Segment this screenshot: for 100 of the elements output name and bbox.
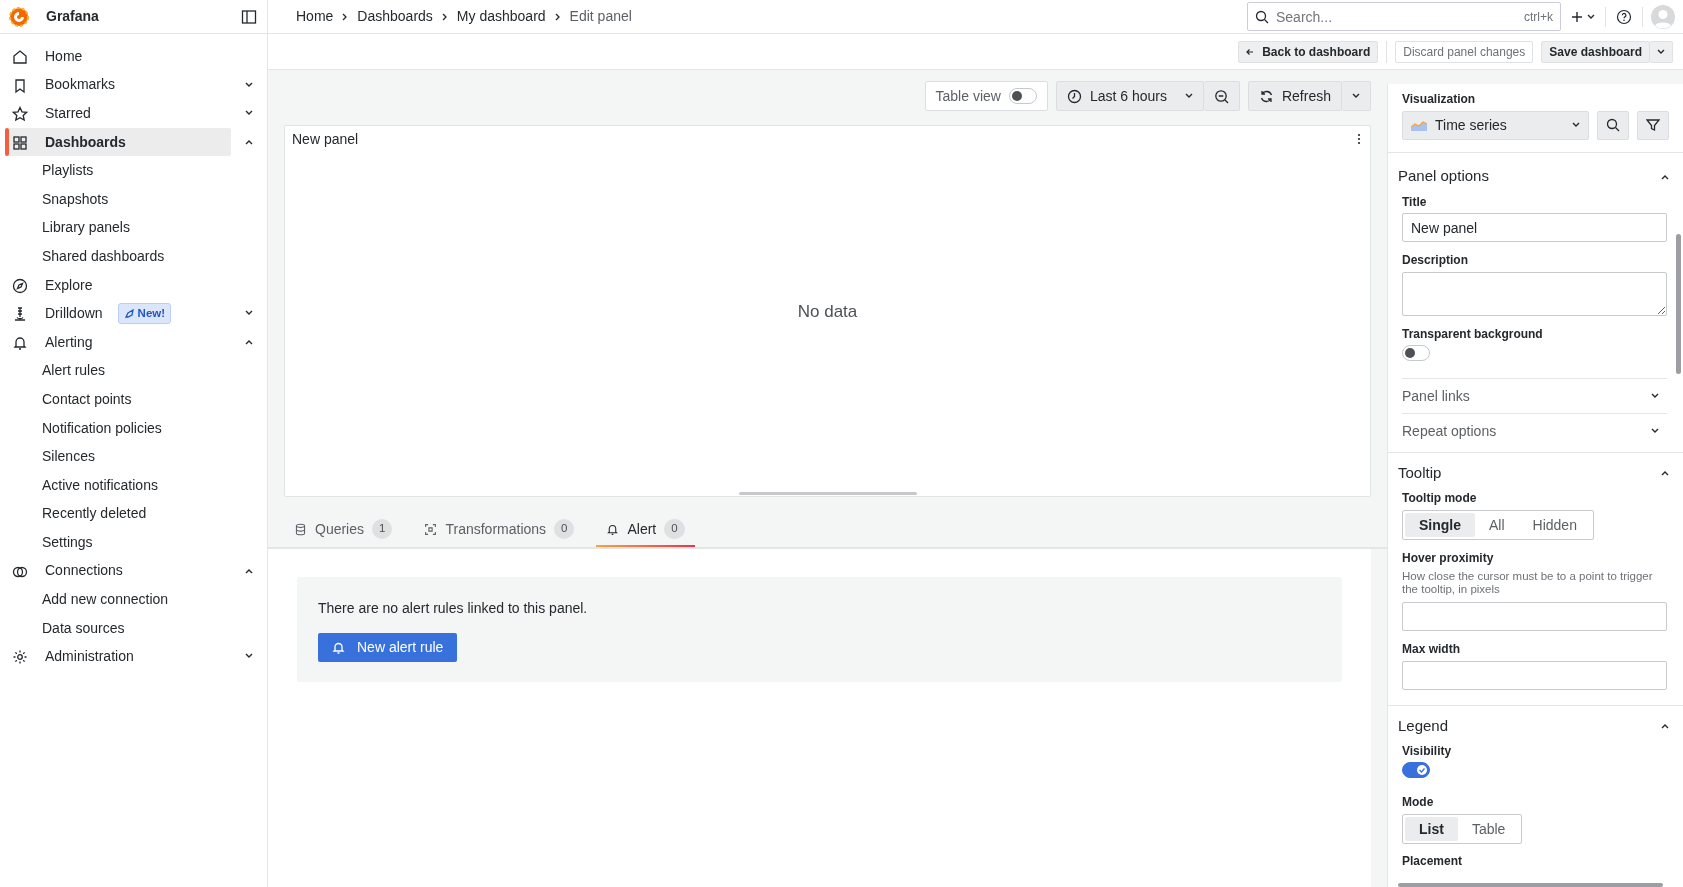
- field-label: Max width: [1402, 642, 1461, 658]
- bell-icon: [332, 641, 345, 654]
- chevron-icon[interactable]: [245, 110, 253, 117]
- count-badge: 0: [554, 519, 575, 539]
- section-header[interactable]: Tooltip: [1398, 459, 1669, 488]
- refresh-button[interactable]: Refresh: [1247, 81, 1342, 111]
- scrollbar[interactable]: [1398, 883, 1663, 887]
- field-label: Hover proximity: [1402, 550, 1495, 567]
- chevron-right-icon: [342, 12, 349, 21]
- text-field[interactable]: New panel: [1402, 213, 1667, 243]
- visualization-picker[interactable]: Time series: [1402, 110, 1589, 140]
- new-alert-rule-button[interactable]: New alert rule: [318, 633, 458, 662]
- chevron-icon[interactable]: [245, 567, 253, 574]
- tab[interactable]: Alert 0: [596, 511, 695, 547]
- toggle-switch[interactable]: [1402, 345, 1430, 362]
- clock-icon: [1066, 88, 1082, 104]
- discard-button[interactable]: Discard panel changes: [1395, 40, 1534, 63]
- scrollbar[interactable]: [1676, 234, 1681, 374]
- chevron-icon[interactable]: [1572, 122, 1580, 129]
- nav-item[interactable]: Recently deleted: [8, 499, 231, 529]
- nav-item[interactable]: Settings: [8, 528, 231, 557]
- chevron-icon[interactable]: [1587, 13, 1595, 20]
- tab[interactable]: Transformations 0: [414, 511, 585, 547]
- filter-button[interactable]: [1637, 110, 1669, 140]
- radio-option[interactable]: List: [1405, 816, 1458, 841]
- radio-option[interactable]: Hidden: [1518, 512, 1591, 537]
- count-badge: 0: [664, 519, 685, 539]
- chevron-icon[interactable]: [245, 81, 253, 88]
- nav-item[interactable]: Home: [8, 42, 231, 71]
- help-icon[interactable]: [1616, 8, 1632, 25]
- field-label: Transparent background: [1402, 326, 1544, 343]
- zoom-out-button[interactable]: [1203, 81, 1240, 111]
- panel-title: New panel: [292, 129, 359, 149]
- chevron-icon[interactable]: [245, 653, 253, 660]
- zoom-out-icon: [1213, 88, 1229, 104]
- logo-icon[interactable]: [8, 5, 30, 28]
- section-title: Legend: [1398, 715, 1450, 736]
- star-icon: [12, 106, 28, 123]
- bell-icon: [606, 522, 620, 536]
- chevron-icon[interactable]: [1661, 470, 1669, 477]
- chevron-icon[interactable]: [245, 338, 253, 345]
- chevron-icon[interactable]: [1657, 48, 1665, 55]
- chevron-right-icon: [441, 12, 448, 21]
- field-label: Mode: [1402, 795, 1435, 811]
- nav-item[interactable]: Administration: [8, 642, 231, 672]
- radio-option[interactable]: Single: [1405, 512, 1475, 537]
- text-field[interactable]: [1402, 660, 1667, 690]
- nav-item[interactable]: Starred: [8, 99, 231, 128]
- radio-option[interactable]: Table: [1457, 816, 1520, 841]
- field-label: Visualization: [1402, 92, 1477, 108]
- nav-item[interactable]: Connections: [8, 556, 231, 586]
- nav-item[interactable]: Alert rules: [8, 356, 231, 386]
- section-header[interactable]: Panel options: [1398, 162, 1669, 191]
- section-header[interactable]: Legend: [1398, 711, 1669, 740]
- breadcrumb-link[interactable]: Dashboards: [357, 6, 433, 27]
- save-button[interactable]: Save dashboard: [1541, 40, 1650, 63]
- chevron-right-icon: [554, 12, 561, 21]
- field-label: Description: [1402, 253, 1469, 269]
- time-range-picker[interactable]: Last 6 hours: [1055, 81, 1204, 111]
- nav-item[interactable]: Data sources: [8, 613, 231, 643]
- nav-item[interactable]: Library panels: [8, 213, 231, 243]
- rocket-icon: [123, 308, 135, 320]
- radio-option[interactable]: All: [1475, 512, 1519, 537]
- nav-item[interactable]: Add new connection: [8, 585, 231, 614]
- collapsible-group[interactable]: Panel links: [1402, 378, 1667, 414]
- chevron-icon[interactable]: [1651, 393, 1659, 400]
- chevron-icon[interactable]: [245, 310, 253, 317]
- nav-item[interactable]: Bookmarks: [8, 70, 231, 100]
- back-button[interactable]: Back to dashboard: [1238, 40, 1379, 63]
- breadcrumb-link[interactable]: Home: [296, 6, 334, 27]
- nav-item[interactable]: Contact points: [8, 385, 231, 414]
- nav-item[interactable]: Playlists: [8, 156, 231, 185]
- nav-item[interactable]: Explore: [8, 270, 231, 300]
- section-title: Tooltip: [1398, 463, 1443, 484]
- check-icon: [1417, 765, 1427, 776]
- breadcrumb-link[interactable]: My dashboard: [456, 6, 546, 27]
- nav-item[interactable]: Silences: [8, 442, 231, 471]
- toggle-switch[interactable]: [1402, 762, 1430, 779]
- collapsible-group[interactable]: Repeat options: [1402, 413, 1667, 449]
- chevron-icon[interactable]: [1184, 93, 1193, 99]
- chevron-icon[interactable]: [1661, 722, 1669, 729]
- table-view-toggle[interactable]: Table view: [924, 81, 1048, 111]
- breadcrumb-link[interactable]: Edit panel: [569, 6, 632, 27]
- add-button[interactable]: [1571, 10, 1595, 23]
- nav-item[interactable]: Notification policies: [8, 413, 231, 443]
- chevron-icon[interactable]: [245, 138, 253, 145]
- chevron-icon[interactable]: [1651, 428, 1659, 435]
- chevron-icon[interactable]: [1661, 173, 1669, 180]
- nav-item[interactable]: Shared dashboards: [8, 242, 231, 271]
- empty-message: There are no alert rules linked to this panel.: [318, 599, 589, 618]
- text-field[interactable]: [1402, 602, 1667, 632]
- nav-item[interactable]: Alerting: [8, 327, 231, 357]
- dock-icon[interactable]: [241, 8, 257, 25]
- chevron-icon[interactable]: [1352, 93, 1360, 99]
- nav-item[interactable]: Active notifications: [8, 470, 231, 500]
- nav-item[interactable]: Drilldown New!: [8, 299, 231, 328]
- bookmark-icon: [12, 77, 28, 94]
- tab[interactable]: Queries 1: [284, 511, 403, 547]
- search-button[interactable]: [1597, 110, 1629, 140]
- nav-item[interactable]: Snapshots: [8, 184, 231, 214]
